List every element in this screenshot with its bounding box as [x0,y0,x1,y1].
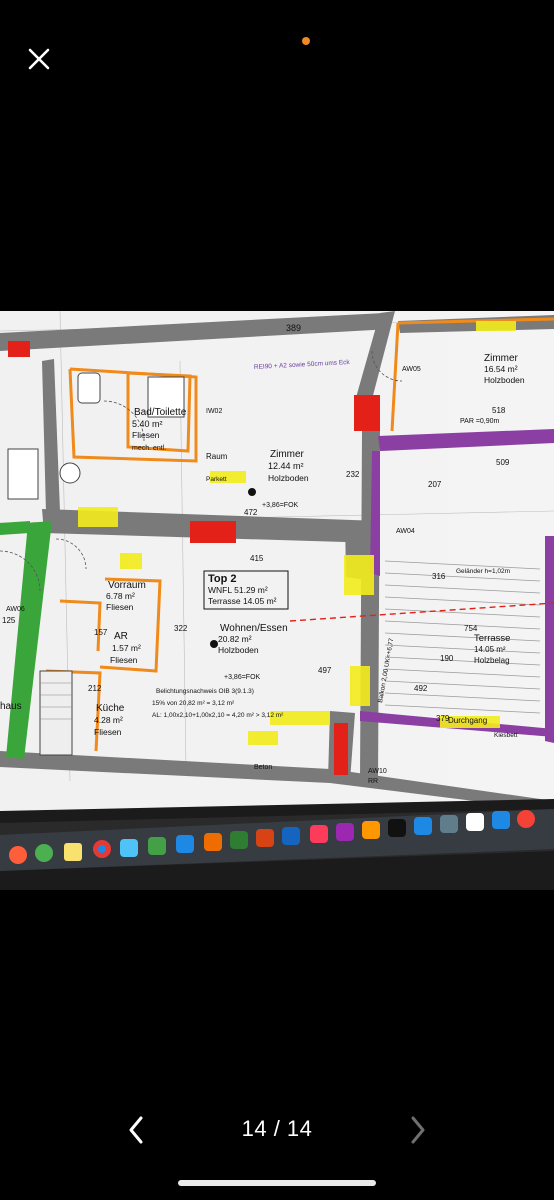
gelaender: Geländer h=1,02m [456,568,510,575]
wohnen-area: 20.82 m² [218,634,252,644]
kueche-area: 4.28 m² [94,715,123,725]
dim-316: 316 [432,572,446,581]
terrasse-sum: Terrasse 14.05 m² [208,596,277,606]
rr-tag: RR [368,778,378,785]
beli-1: Belichtungsnachweis OIB 3(9.1.3) [156,688,254,695]
dim-322: 322 [174,624,188,633]
wnfl: WNFL 51.29 m² [208,585,268,595]
close-icon [28,48,50,70]
next-button[interactable] [402,1112,432,1148]
aw05-tag: AW05 [402,366,421,373]
dim-232: 232 [346,470,360,479]
page-counter: 14 / 14 [241,1116,313,1141]
wohnen-name: Wohnen/Essen [220,623,288,634]
par: PAR =0,90m [460,418,500,425]
zimmer2-area: 16.54 m² [484,364,518,374]
ar-floor: Fliesen [110,655,138,665]
dim-492: 492 [414,684,428,693]
bad-area: 5.40 m² [132,419,163,429]
zimmer1-floor: Holzboden [268,473,309,483]
fok-2: +3,86=FOK [224,674,261,681]
dim-518: 518 [492,406,506,415]
aw10-tag: AW10 [368,768,387,775]
chevron-right-icon [411,1116,425,1144]
chevron-left-icon [129,1116,143,1144]
terrasse-area: 14.05 m² [474,645,506,654]
dim-472: 472 [244,508,258,517]
zimmer2-floor: Holzboden [484,375,525,385]
dim-157: 157 [94,628,108,637]
dim-212: 212 [88,684,102,693]
iw02-tag: IW02 [206,408,222,415]
top-label: Top 2 [208,573,237,585]
dim-379: 379 [436,714,450,723]
zimmer2-name: Zimmer [484,353,519,364]
level-marker [248,488,256,496]
home-indicator[interactable] [178,1180,376,1186]
vorraum-area: 6.78 m² [106,591,135,601]
aw04-tag: AW04 [396,528,415,535]
kueche-floor: Fliesen [94,727,122,737]
terrasse-name: Terrasse [474,633,510,644]
ar-name: AR [114,631,128,642]
dim-top: 389 [286,323,301,333]
close-button[interactable] [22,42,56,76]
vorraum-floor: Fliesen [106,602,134,612]
dim-207: 207 [428,480,442,489]
parkett-label: Parkett [206,476,227,483]
dim-190: 190 [440,654,454,663]
ar-area: 1.57 m² [112,643,141,653]
dim-415: 415 [250,554,264,563]
aw06-tag: AW06 [6,606,25,613]
beton-label: Beton [254,764,272,771]
dim-509: 509 [496,458,510,467]
beli-3: AL: 1,00x2,10+1,00x2,10 = 4,20 m² > 3,12… [152,712,284,719]
terrasse-floor: Holzbelag [474,656,510,665]
zimmer1-name: Zimmer [270,449,305,460]
haus-label: haus [0,701,22,712]
dim-754: 754 [464,624,478,633]
raum-label: Raum [206,452,228,461]
status-dot [302,37,310,45]
durchgang: Durchgang [448,716,487,725]
dim-125: 125 [2,616,16,625]
kueche-name: Küche [96,703,125,714]
bad-vent: mech. entl. [132,445,166,452]
kiesbett: Kiesbett [494,732,518,739]
dim-497: 497 [318,666,332,675]
bad-name: Bad/Toilette [134,407,187,418]
beli-2: 15% von 20,82 m² = 3,12 m² [152,700,235,707]
level-marker [210,640,218,648]
floorplan-photo: 389 REI90 + A2 sowie 50cm ums Eck Bad/To… [0,311,554,890]
fok-1: +3,86=FOK [262,502,299,509]
previous-button[interactable] [122,1112,152,1148]
bad-floor: Fliesen [132,430,160,440]
zimmer1-area: 12.44 m² [268,461,304,471]
vorraum-name: Vorraum [108,580,146,591]
wohnen-floor: Holzboden [218,645,259,655]
